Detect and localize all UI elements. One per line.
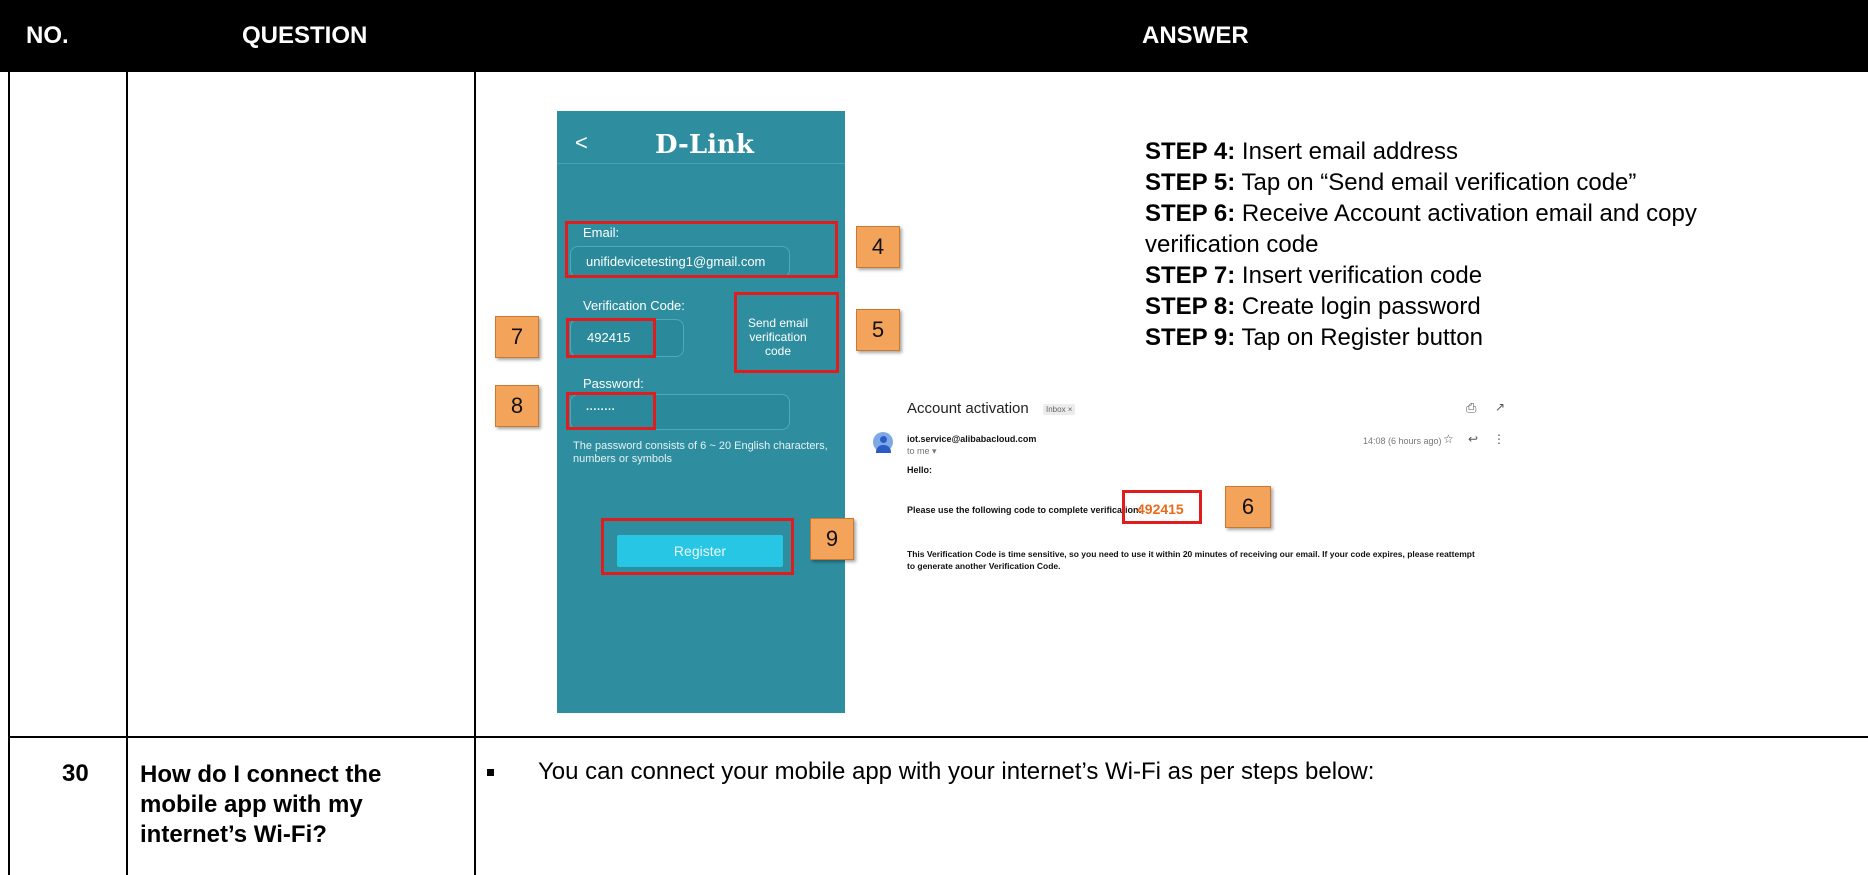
step-7: STEP 7: Insert verification code <box>1145 262 1483 289</box>
email-sender: iot.service@alibabacloud.com <box>907 434 1037 444</box>
email-line-2: This Verification Code is time sensitive… <box>907 549 1475 559</box>
password-hint: The password consists of 6 ~ 20 English … <box>573 440 828 465</box>
question-number: 30 <box>62 760 89 787</box>
header-no: NO. <box>26 22 69 49</box>
email-line-3: to generate another Verification Code. <box>907 561 1061 571</box>
table-border-left <box>8 72 10 875</box>
highlight-email-code <box>1122 490 1202 524</box>
back-icon: < <box>575 130 588 155</box>
header-question: QUESTION <box>242 22 368 49</box>
step-8: STEP 8: Create login password <box>1145 293 1481 320</box>
star-icon: ☆ <box>1443 432 1454 446</box>
highlight-verification-code <box>566 318 656 358</box>
step-4: STEP 4: Insert email address <box>1145 138 1459 165</box>
badge-8: 8 <box>495 385 539 427</box>
email-time: 14:08 (6 hours ago) <box>1363 436 1442 446</box>
step-5: STEP 5: Tap on “Send email verification … <box>1145 169 1637 196</box>
avatar-body-icon <box>876 445 891 453</box>
badge-9: 9 <box>810 518 854 560</box>
question-text: How do I connect the mobile app with my … <box>140 761 382 848</box>
badge-5: 5 <box>856 309 900 351</box>
badge-6: 6 <box>1225 486 1271 528</box>
inbox-tag: Inbox × <box>1043 404 1076 415</box>
more-icon: ⋮ <box>1493 432 1505 446</box>
password-label: Password: <box>583 376 644 391</box>
step-6: STEP 6: Receive Account activation email… <box>1145 200 1697 227</box>
step-6-continued: verification code <box>1145 231 1319 258</box>
email-recipient: to me ▾ <box>907 446 937 456</box>
highlight-password <box>566 392 656 430</box>
row-divider <box>8 736 1868 738</box>
open-in-new-icon: ↗ <box>1495 400 1506 414</box>
column-divider-1 <box>126 72 128 875</box>
dlink-logo: D-Link <box>655 130 754 160</box>
badge-7: 7 <box>495 316 539 358</box>
email-greeting: Hello: <box>907 465 933 475</box>
highlight-send-code <box>734 292 839 373</box>
avatar-head-icon <box>880 436 887 443</box>
verification-code-label: Verification Code: <box>583 298 685 313</box>
highlight-register <box>601 518 794 575</box>
answer-text: You can connect your mobile app with you… <box>538 758 1375 785</box>
highlight-email <box>565 221 838 278</box>
badge-4: 4 <box>856 226 900 268</box>
column-divider-2 <box>474 72 476 875</box>
bullet-icon <box>487 769 494 776</box>
reply-icon: ↩ <box>1468 432 1479 446</box>
email-line-1: Please use the following code to complet… <box>907 505 1142 515</box>
email-subject: Account activation <box>907 400 1029 417</box>
phone-header-divider <box>557 163 845 164</box>
header-answer: ANSWER <box>1142 22 1249 49</box>
step-9: STEP 9: Tap on Register button <box>1145 324 1483 351</box>
print-icon: ⎙ <box>1466 400 1477 415</box>
